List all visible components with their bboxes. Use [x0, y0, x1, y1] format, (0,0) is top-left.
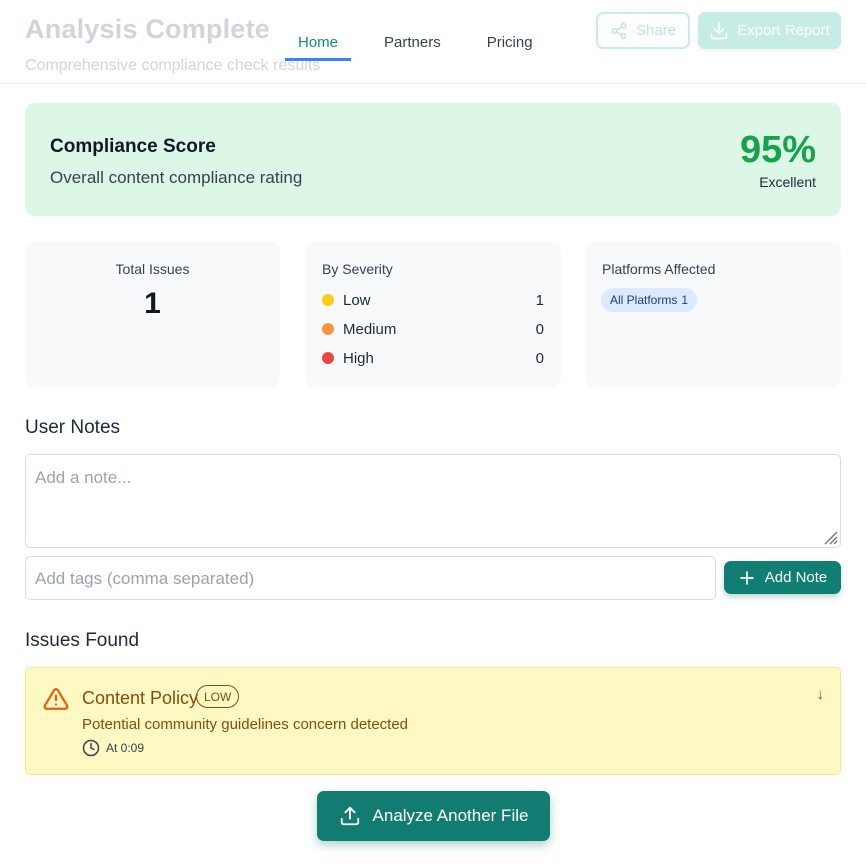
analyze-another-file-button[interactable]: Analyze Another File [317, 791, 550, 841]
issue-timestamp: At 0:09 [82, 739, 144, 757]
low-severity-dot [322, 294, 334, 306]
tags-placeholder: Add tags (comma separated) [35, 569, 255, 588]
share-button[interactable]: Share [596, 12, 690, 49]
warning-icon [43, 688, 69, 710]
issue-item[interactable]: Content Policy LOW Potential community g… [25, 667, 841, 775]
plus-icon [739, 570, 754, 585]
severity-row-high: High 0 [322, 348, 544, 368]
severity-count: 1 [535, 291, 544, 309]
total-issues-label: Total Issues [115, 261, 190, 277]
severity-name: Low [343, 291, 371, 309]
medium-severity-dot [322, 323, 334, 335]
note-placeholder: Add a note... [35, 468, 132, 487]
analyze-label: Analyze Another File [372, 806, 529, 825]
issue-time-text: At 0:09 [106, 741, 145, 755]
severity-label: By Severity [322, 261, 393, 277]
severity-count: 0 [535, 349, 544, 367]
share-icon [611, 22, 627, 39]
total-issues-value: 1 [144, 287, 161, 320]
add-note-button[interactable]: Add Note [724, 561, 841, 594]
add-note-label: Add Note [764, 569, 828, 586]
platform-badge: All Platforms 1 [601, 288, 698, 312]
user-notes-heading: User Notes [25, 417, 121, 438]
platform-badge-count: 1 [681, 293, 689, 307]
main-nav: Home Partners Pricing [285, 24, 566, 62]
total-issues-card: Total Issues 1 [25, 241, 280, 387]
top-bar: Analysis Complete Comprehensive complian… [0, 0, 866, 84]
download-icon [710, 22, 728, 39]
platforms-card: Platforms Affected All Platforms 1 [585, 241, 841, 387]
compliance-score-card: Compliance Score Overall content complia… [25, 103, 841, 216]
nav-tab-pricing[interactable]: Pricing [474, 24, 546, 61]
issues-found-heading: Issues Found [25, 630, 140, 651]
severity-row-low: Low 1 [322, 290, 544, 310]
upload-icon [340, 806, 359, 826]
issue-description: Potential community guidelines concern d… [82, 716, 409, 733]
share-label: Share [635, 22, 677, 39]
platform-badge-name: All Platforms [610, 293, 678, 307]
expand-arrow-icon[interactable]: ↓ [817, 686, 825, 703]
clock-icon [82, 739, 100, 757]
score-value: 95% [739, 129, 816, 171]
severity-name: Medium [343, 320, 397, 338]
score-title: Compliance Score [50, 136, 216, 157]
nav-tab-home[interactable]: Home [285, 24, 352, 61]
resize-grip-icon[interactable] [822, 529, 838, 545]
score-rating: Excellent [759, 174, 816, 190]
page-title: Analysis Complete [25, 14, 270, 44]
severity-name: High [343, 349, 374, 367]
tags-input[interactable]: Add tags (comma separated) [25, 556, 716, 600]
severity-card: By Severity Low 1 Medium 0 High 0 [305, 241, 561, 387]
export-label: Export Report [737, 22, 830, 39]
export-report-button[interactable]: Export Report [698, 12, 841, 49]
score-description: Overall content compliance rating [50, 168, 303, 187]
issue-severity-badge: LOW [196, 685, 240, 708]
platforms-label: Platforms Affected [602, 261, 716, 277]
high-severity-dot [322, 352, 334, 364]
issue-category: Content Policy [82, 688, 199, 708]
severity-count: 0 [535, 320, 544, 338]
page-subtitle: Comprehensive compliance check results [25, 57, 321, 74]
note-textarea[interactable]: Add a note... [25, 454, 841, 548]
nav-tab-partners[interactable]: Partners [371, 24, 454, 61]
severity-row-medium: Medium 0 [322, 319, 544, 339]
